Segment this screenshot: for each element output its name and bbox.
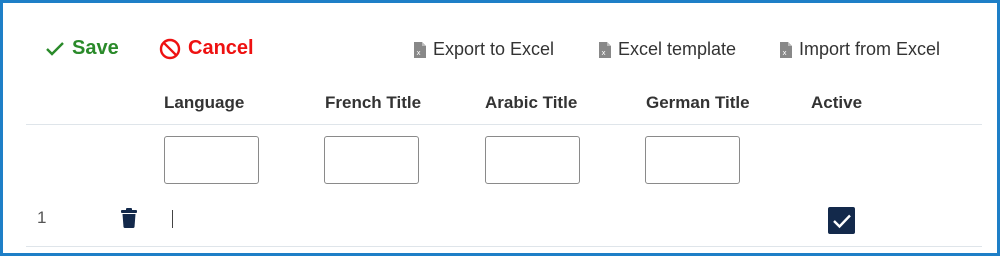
header-divider [26,124,982,125]
excel-file-icon: x [414,41,426,58]
save-label: Save [72,37,119,59]
grid-frame: Save Cancel x Export to Excel x Excel te… [0,0,1000,256]
column-header-german-title[interactable]: German Title [646,93,750,113]
row-number: 1 [37,208,47,227]
filter-french-title-input[interactable] [324,136,419,184]
import-from-excel-button[interactable]: x Import from Excel [779,39,940,60]
export-to-excel-button[interactable]: x Export to Excel [413,39,554,60]
svg-text:x: x [417,49,421,57]
import-from-excel-label: Import from Excel [799,39,941,59]
excel-template-button[interactable]: x Excel template [598,39,736,60]
column-header-active[interactable]: Active [811,93,862,113]
save-button[interactable]: Save [45,37,119,60]
excel-file-icon: x [780,41,792,58]
prohibited-icon [159,38,181,59]
checkmark-icon [46,41,64,56]
column-header-french-title[interactable]: French Title [325,93,421,113]
filter-german-title-input[interactable] [645,136,740,184]
svg-text:x: x [783,49,787,57]
language-cell-editor-caret[interactable] [172,210,173,228]
trash-icon [121,208,137,229]
filter-language-input[interactable] [164,136,259,184]
row-divider [26,246,982,247]
delete-row-button[interactable] [121,208,137,233]
active-checkbox[interactable] [828,207,855,234]
column-header-language[interactable]: Language [164,93,244,113]
column-header-arabic-title[interactable]: Arabic Title [485,93,577,113]
cancel-button[interactable]: Cancel [159,37,254,60]
cancel-label: Cancel [188,37,254,59]
excel-file-icon: x [599,41,611,58]
checkmark-icon [832,214,851,228]
svg-text:x: x [602,49,606,57]
export-to-excel-label: Export to Excel [433,39,555,59]
excel-template-label: Excel template [618,39,737,59]
filter-arabic-title-input[interactable] [485,136,580,184]
